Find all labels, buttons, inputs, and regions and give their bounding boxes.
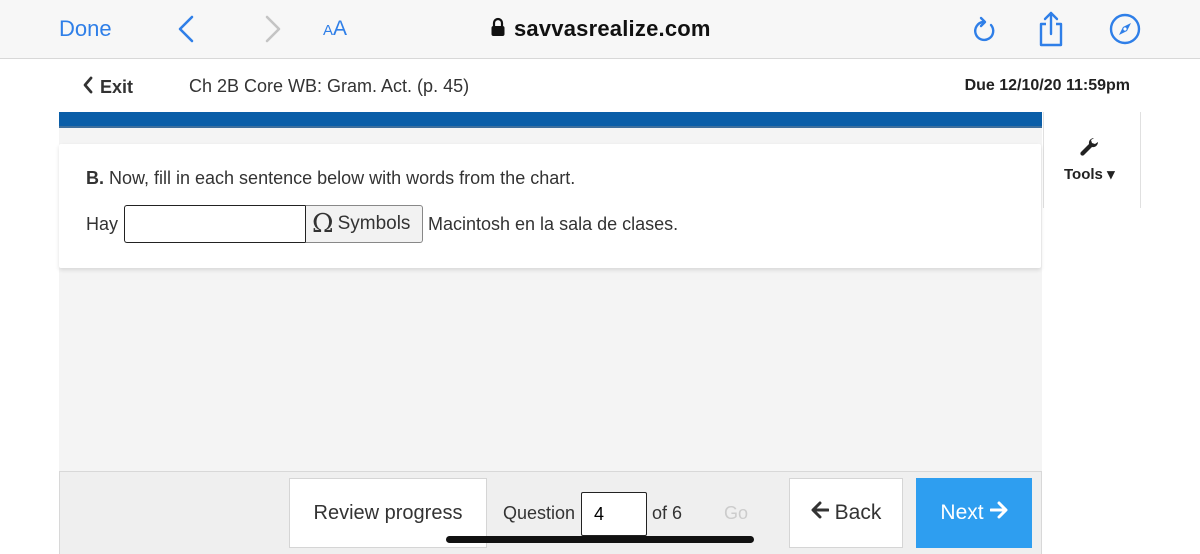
done-button[interactable]: Done bbox=[59, 16, 112, 42]
text-size-large: A bbox=[333, 17, 348, 40]
go-button[interactable]: Go bbox=[724, 503, 748, 524]
chevron-left-icon bbox=[82, 76, 94, 99]
assignment-title: Ch 2B Core WB: Gram. Act. (p. 45) bbox=[189, 76, 470, 96]
instruction-prefix: B. bbox=[86, 168, 104, 188]
home-indicator[interactable] bbox=[446, 536, 754, 543]
url-text: savvasrealize.com bbox=[514, 16, 711, 41]
sentence-end: Macintosh en la sala de clases. bbox=[428, 214, 679, 234]
compass-icon[interactable] bbox=[1108, 12, 1142, 46]
share-icon[interactable] bbox=[1035, 10, 1067, 48]
side-panel-area bbox=[1043, 208, 1200, 554]
arrow-right-icon bbox=[989, 501, 1008, 525]
back-chevron-icon[interactable] bbox=[175, 14, 199, 44]
back-button[interactable]: Back bbox=[789, 478, 903, 548]
text-size-button[interactable]: AA bbox=[323, 17, 347, 41]
question-label: Question bbox=[503, 503, 576, 523]
answer-input[interactable] bbox=[124, 205, 306, 243]
due-date: Due 12/10/20 11:59pm bbox=[964, 77, 1130, 94]
text-size-small: A bbox=[323, 22, 334, 39]
tools-button[interactable]: Tools ▾ bbox=[1064, 165, 1115, 183]
sentence-start: Hay bbox=[86, 214, 119, 234]
tools-panel[interactable] bbox=[1043, 112, 1141, 209]
caret-down-icon: ▾ bbox=[1107, 166, 1115, 183]
question-number-input[interactable] bbox=[581, 492, 647, 536]
forward-chevron-icon[interactable] bbox=[260, 14, 284, 44]
next-button[interactable]: Next bbox=[916, 478, 1032, 548]
header-stripe bbox=[59, 112, 1042, 128]
instruction-body: Now, fill in each sentence below with wo… bbox=[104, 168, 576, 188]
exit-button[interactable]: Exit bbox=[82, 76, 133, 99]
question-total: of 6 bbox=[652, 503, 683, 523]
arrow-left-icon bbox=[811, 501, 830, 525]
symbols-button[interactable]: Ω Symbols bbox=[305, 205, 423, 243]
omega-icon: Ω bbox=[312, 209, 334, 239]
exit-label: Exit bbox=[100, 77, 134, 97]
instruction-text: B. Now, fill in each sentence below with… bbox=[86, 168, 575, 189]
reload-icon[interactable] bbox=[970, 15, 998, 45]
address-bar[interactable]: savvasrealize.com bbox=[490, 15, 711, 43]
symbols-label: Symbols bbox=[337, 213, 411, 234]
tools-label: Tools bbox=[1064, 166, 1103, 183]
back-label: Back bbox=[834, 501, 882, 524]
next-label: Next bbox=[940, 501, 984, 524]
wrench-icon bbox=[1078, 136, 1100, 158]
lock-icon bbox=[490, 17, 506, 42]
